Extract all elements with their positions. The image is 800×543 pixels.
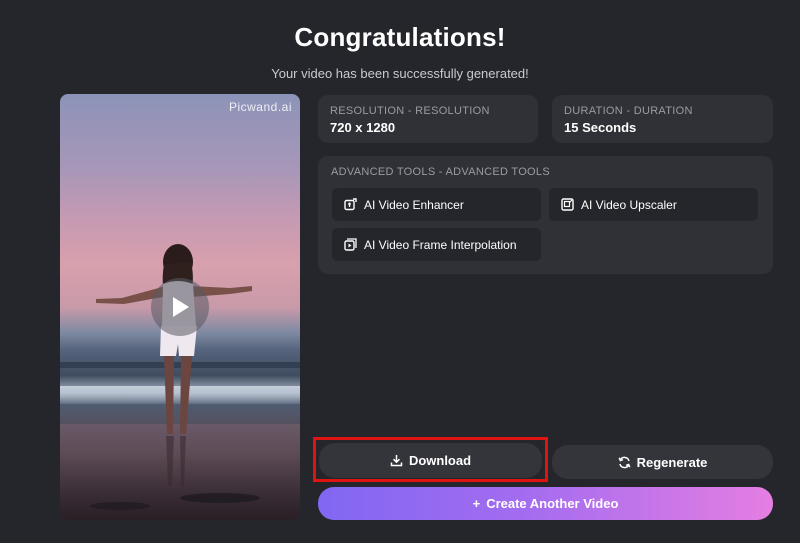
ai-video-enhancer-label: AI Video Enhancer [364,197,464,212]
resolution-card: RESOLUTION - RESOLUTION 720 x 1280 [318,95,538,143]
watermark: Picwand.ai [228,100,292,114]
ai-video-upscaler-label: AI Video Upscaler [581,197,677,212]
ai-video-frame-interpolation-label: AI Video Frame Interpolation [364,237,517,252]
ai-video-frame-interpolation-button[interactable]: AI Video Frame Interpolation [332,228,541,261]
plus-icon: + [472,496,481,511]
regenerate-button[interactable]: Regenerate [552,445,773,479]
frame-interpolation-icon [344,238,357,251]
page-title: Congratulations! [294,22,506,52]
result-page: Congratulations! Your video has been suc… [0,0,800,543]
download-highlight-box [313,437,548,482]
refresh-icon [618,456,631,468]
resolution-value: 720 x 1280 [330,120,396,135]
regenerate-label: Regenerate [636,454,708,470]
play-icon [173,297,189,317]
create-another-video-button[interactable]: + Create Another Video [318,487,773,520]
ai-video-enhancer-button[interactable]: AI Video Enhancer [332,188,541,221]
advanced-tools-card: ADVANCED TOOLS - ADVANCED TOOLS AI Video… [318,156,773,274]
duration-label: DURATION - DURATION [564,105,693,117]
resolution-label: RESOLUTION - RESOLUTION [330,105,490,117]
create-another-video-label: Create Another Video [486,496,619,511]
play-button[interactable] [151,278,209,336]
enhance-icon [344,198,357,211]
advanced-tools-label: ADVANCED TOOLS - ADVANCED TOOLS [331,166,550,178]
video-preview[interactable]: Picwand.ai [60,94,300,520]
duration-card: DURATION - DURATION 15 Seconds [552,95,773,143]
duration-value: 15 Seconds [564,120,637,135]
ai-video-upscaler-button[interactable]: AI Video Upscaler [549,188,758,221]
page-subtitle: Your video has been successfully generat… [271,66,529,81]
upscale-icon [561,198,574,211]
